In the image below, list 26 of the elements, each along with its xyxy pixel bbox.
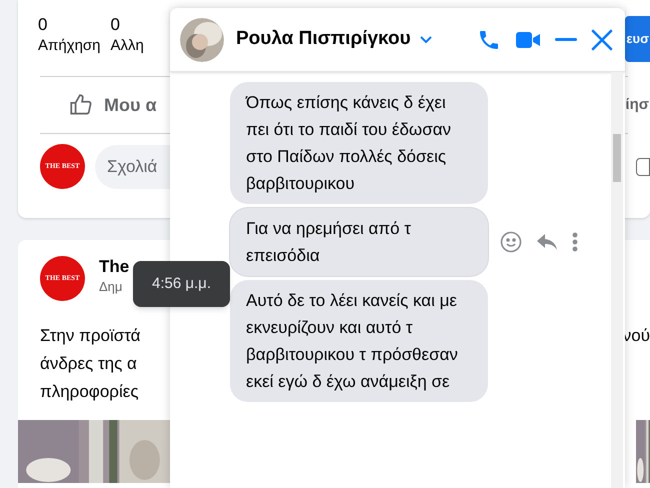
close-icon[interactable] [591,28,613,50]
time-tooltip: 4:56 μ.μ. [133,261,230,307]
post-text: πληροφορίες [40,381,140,403]
post-meta: Δημ [99,278,124,296]
message-bubble: Για να ηρεμήσει από τ επεισόδια [230,208,488,276]
contact-name[interactable]: Ρουλα Πισπιρίγκου [236,25,411,54]
reply-icon[interactable] [536,233,558,251]
message-bubble: Όπως επίσης κάνεις δ έχει πει ότι το παιδί του έδωσαν στο Παίδων πολλές δόσεις βαρβιτουρικου [230,82,488,204]
stat-count: 0 [38,14,48,36]
stat-count: 0 [110,14,121,36]
post-text: Στην προϊστά [40,325,141,347]
scrollbar[interactable] [611,72,623,488]
message-bubble: Αυτό δε το λέει κανείς και με εκνευρίζουν και αυτό τ βαρβιτουρικου τ πρόσθεσαν εκεί εγώ δ έχω ανάμειξη σε [230,280,488,402]
avatar[interactable] [180,18,224,62]
more-icon[interactable] [572,232,578,252]
share-label[interactable]: ίησ [625,94,650,116]
post-author[interactable]: The [99,256,130,278]
like-label[interactable]: Μου α [104,92,157,118]
minimize-icon[interactable] [555,38,577,42]
publish-button[interactable]: ευσ [625,16,650,62]
post-text: άνδρες της α [40,353,138,375]
stat-label: Αλλη [110,36,144,56]
comment-field[interactable]: Σχολιά [95,144,170,188]
chevron-down-icon[interactable] [418,34,433,44]
emoji-icon[interactable] [500,231,522,253]
stat-label: Απήχηση [38,36,101,56]
